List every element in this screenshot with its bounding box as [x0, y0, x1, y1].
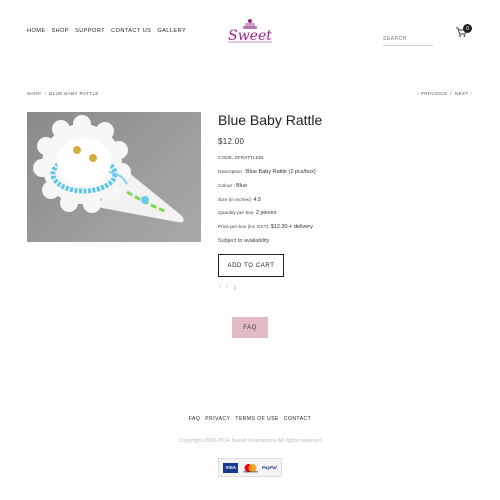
site-logo[interactable]: Sweet	[224, 16, 276, 46]
product-description: Description : Blue Baby Rattle (2 pcs/bo…	[218, 169, 316, 175]
copyright-text: Copyright 2000-2014 Sweet Inspirations A…	[178, 438, 322, 444]
mastercard-icon: mastercard	[243, 463, 258, 473]
twitter-icon[interactable]: t	[226, 285, 227, 291]
colour-label: Colour :	[218, 184, 237, 189]
nav-shop[interactable]: SHOP	[52, 28, 70, 34]
footer-faq-link[interactable]: FAQ	[189, 416, 201, 422]
quantity-value: 2 pieces	[255, 210, 277, 216]
footer-terms-link[interactable]: TERMS OF USE	[235, 416, 279, 422]
footer-contact-link[interactable]: CONTACT	[284, 416, 311, 422]
share-icons: f t p	[219, 285, 237, 291]
svg-text:mastercard: mastercard	[243, 470, 258, 472]
previous-link[interactable]: ‹ PREVIOUS	[417, 91, 447, 96]
pinterest-icon[interactable]: p	[234, 285, 237, 291]
description-label: Description :	[218, 170, 246, 175]
price-box-label: Price per box (inc GST):	[218, 225, 271, 230]
facebook-icon[interactable]: f	[219, 285, 220, 291]
main-nav: HOME SHOP SUPPORT CONTACT US GALLERY	[27, 28, 186, 34]
breadcrumb: SHOP › BLUE BABY RATTLE	[27, 91, 99, 96]
product-title: Blue Baby Rattle	[218, 112, 323, 128]
product-image[interactable]	[27, 112, 201, 242]
cart-count-badge: 0	[463, 24, 472, 33]
nav-contact-us[interactable]: CONTACT US	[111, 28, 151, 34]
next-link[interactable]: NEXT ›	[455, 91, 472, 96]
nav-home[interactable]: HOME	[27, 28, 46, 34]
product-price-per-box: Price per box (inc GST): $12.30 + delive…	[218, 224, 313, 230]
product-price: $12.00	[218, 137, 245, 146]
visa-icon: VISA	[223, 462, 239, 473]
description-value: Blue Baby Rattle (2 pcs/box)	[246, 169, 316, 175]
size-label: Size (in inches):	[218, 198, 254, 203]
product-colour: Colour : Blue	[218, 183, 247, 189]
availability-note: Subject to availability	[218, 238, 270, 244]
nav-gallery[interactable]: GALLERY	[157, 28, 186, 34]
payment-methods: VISA mastercard PayPal	[218, 458, 282, 477]
product-size: Size (in inches): 4.5	[218, 197, 261, 203]
product-quantity: Quantity per box: 2 pieces	[218, 210, 276, 216]
paypal-icon: PayPal	[261, 465, 277, 470]
price-box-value: $12.30 + delivery	[270, 224, 313, 230]
breadcrumb-shop[interactable]: SHOP	[27, 91, 41, 96]
footer-privacy-link[interactable]: PRIVACY	[205, 416, 230, 422]
faq-button[interactable]: FAQ	[232, 317, 268, 338]
cart-button[interactable]: 0	[455, 24, 473, 37]
colour-value: Blue	[236, 183, 248, 189]
nav-support[interactable]: SUPPORT	[75, 28, 105, 34]
add-to-cart-button[interactable]: ADD TO CART	[218, 254, 284, 277]
quantity-label: Quantity per box:	[218, 211, 256, 216]
breadcrumb-separator: ›	[44, 91, 47, 96]
size-value: 4.5	[253, 197, 262, 203]
logo-text: Sweet	[228, 28, 272, 44]
product-code: CODE: SFRATTLEBL	[218, 156, 265, 161]
footer-nav: FAQ PRIVACY TERMS OF USE CONTACT	[0, 416, 500, 422]
search-input[interactable]	[383, 36, 433, 42]
product-pager: ‹ PREVIOUS / NEXT ›	[417, 91, 472, 96]
breadcrumb-current: BLUE BABY RATTLE	[49, 91, 99, 96]
pager-separator: /	[450, 91, 452, 96]
search-box	[383, 27, 433, 46]
